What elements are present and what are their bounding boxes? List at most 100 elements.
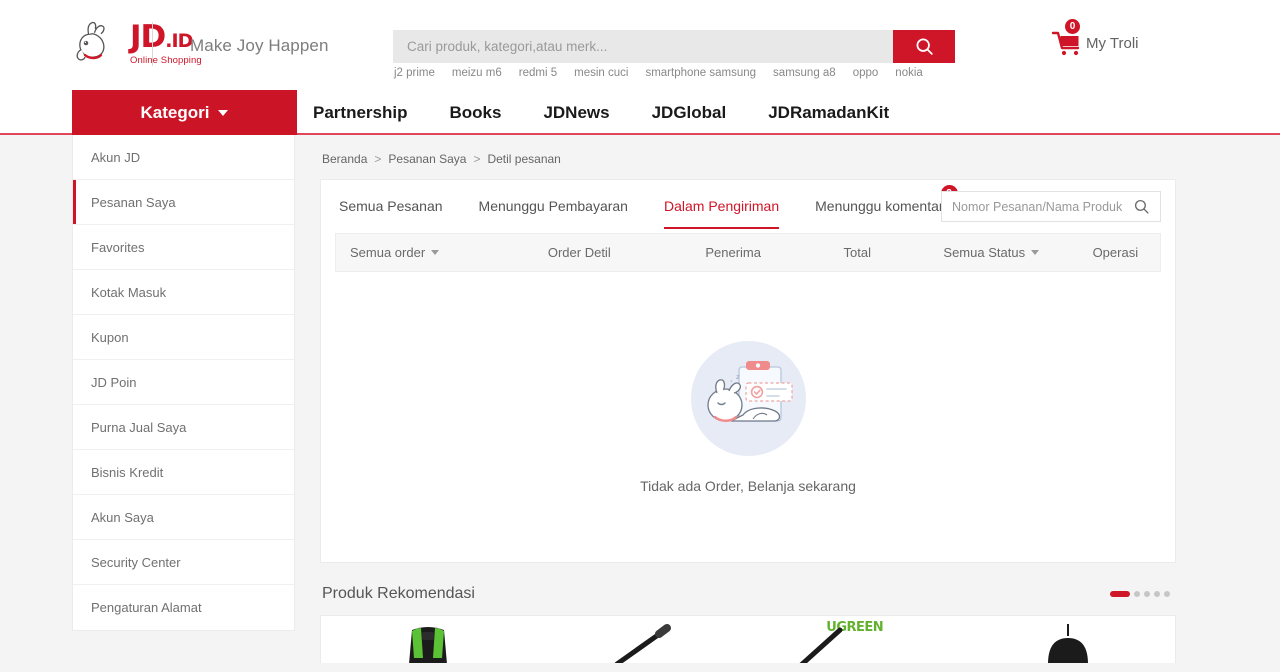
- recommendations-title: Produk Rekomendasi: [322, 585, 475, 602]
- chevron-down-icon: [1031, 250, 1040, 255]
- order-search-input[interactable]: [952, 199, 1133, 214]
- sidebar-item-bisnis-kredit[interactable]: Bisnis Kredit: [73, 450, 294, 495]
- hot-keyword[interactable]: oppo: [853, 67, 879, 79]
- nav-item-partnership[interactable]: Partnership: [313, 103, 407, 123]
- column-label: Penerima: [705, 245, 761, 260]
- breadcrumb-item-pesanan-saya[interactable]: Pesanan Saya: [388, 152, 466, 166]
- empty-state-message: Tidak ada Order, Belanja sekarang: [640, 477, 856, 494]
- hot-keyword[interactable]: nokia: [895, 67, 923, 79]
- nav-item-books[interactable]: Books: [449, 103, 501, 123]
- sleeping-dog-clipboard-illustration: z *: [690, 340, 806, 456]
- ugreen-cable-image: [799, 627, 843, 663]
- product-card-cable[interactable]: [535, 616, 749, 663]
- svg-text:z: z: [736, 373, 740, 381]
- search-input[interactable]: [393, 30, 893, 63]
- product-card-gaming-chair[interactable]: [321, 616, 535, 663]
- computer-mouse-image: [1048, 624, 1089, 663]
- search-button[interactable]: [893, 30, 955, 63]
- sidebar-item-akun-saya[interactable]: Akun Saya: [73, 495, 294, 540]
- column-label: Semua order: [350, 245, 426, 260]
- sidebar-item-label: JD Poin: [91, 374, 137, 390]
- tab-semua-pesanan[interactable]: Semua Pesanan: [339, 198, 443, 216]
- orders-tabs: Semua Pesanan Menunggu Pembayaran Dalam …: [321, 180, 1175, 233]
- cart-button[interactable]: 0 My Troli: [1051, 18, 1139, 58]
- sidebar-item-label: Pengaturan Alamat: [91, 600, 202, 615]
- sidebar-item-favorites[interactable]: Favorites: [73, 225, 294, 270]
- pagination-dot-5[interactable]: [1164, 591, 1170, 597]
- hot-keyword[interactable]: mesin cuci: [574, 67, 628, 79]
- column-header-total: Total: [803, 245, 912, 260]
- sidebar-item-security-center[interactable]: Security Center: [73, 540, 294, 585]
- breadcrumb-separator: >: [374, 152, 382, 166]
- breadcrumb-item-detil-pesanan: Detil pesanan: [487, 152, 561, 166]
- column-header-select-all[interactable]: Semua order: [336, 245, 495, 260]
- jd-dog-mascot-icon: [76, 21, 105, 61]
- column-label: Order Detil: [547, 245, 611, 260]
- tab-menunggu-pembayaran[interactable]: Menunggu Pembayaran: [479, 198, 628, 216]
- tab-menunggu-komentar[interactable]: Menunggu komentar 2: [815, 184, 958, 216]
- tab-label: Menunggu Pembayaran: [478, 197, 628, 214]
- orders-panel: Semua Pesanan Menunggu Pembayaran Dalam …: [320, 179, 1176, 563]
- site-slogan: Make Joy Happen: [190, 36, 329, 55]
- global-search: [393, 30, 955, 63]
- sidebar-item-label: Kotak Masuk: [91, 284, 167, 300]
- hot-keyword[interactable]: redmi 5: [519, 67, 557, 79]
- sidebar-item-label: Security Center: [91, 554, 181, 570]
- recommendations-pagination: [1110, 591, 1170, 597]
- pagination-dot-1[interactable]: [1110, 591, 1130, 597]
- sidebar-item-jd-poin[interactable]: JD Poin: [73, 360, 294, 405]
- hot-keyword[interactable]: j2 prime: [394, 67, 435, 79]
- nav-item-jdnews[interactable]: JDNews: [543, 103, 609, 123]
- sidebar-item-akun-jd[interactable]: Akun JD: [73, 135, 294, 180]
- hot-keyword[interactable]: smartphone samsung: [645, 67, 756, 79]
- sidebar-item-label: Akun JD: [91, 149, 141, 165]
- tab-label: Semua Pesanan: [339, 197, 443, 214]
- sidebar-item-kotak-masuk[interactable]: Kotak Masuk: [73, 270, 294, 315]
- breadcrumb-item-beranda[interactable]: Beranda: [322, 152, 367, 166]
- page-body: Akun JD Pesanan Saya Favorites Kotak Mas…: [0, 135, 1280, 672]
- hot-keyword[interactable]: samsung a8: [773, 67, 836, 79]
- recommendations-header: Produk Rekomendasi: [320, 563, 1176, 615]
- cart-icon-wrapper: 0: [1051, 18, 1085, 58]
- hot-keyword[interactable]: meizu m6: [452, 67, 502, 79]
- sidebar-item-label: Bisnis Kredit: [91, 464, 164, 480]
- pagination-dot-3[interactable]: [1144, 591, 1150, 597]
- chevron-down-icon: [218, 109, 229, 116]
- logo-tagline: Online Shopping: [130, 55, 202, 66]
- sidebar-item-pengaturan-alamat[interactable]: Pengaturan Alamat: [73, 585, 294, 630]
- cable-image: [614, 624, 672, 663]
- kategori-dropdown-button[interactable]: Kategori: [72, 90, 297, 135]
- sidebar-item-label: Purna Jual Saya: [91, 419, 187, 435]
- cart-label: My Troli: [1086, 34, 1139, 52]
- svg-text:*: *: [730, 380, 733, 386]
- column-label: Operasi: [1092, 245, 1139, 260]
- sidebar-item-purna-jual-saya[interactable]: Purna Jual Saya: [73, 405, 294, 450]
- kategori-label: Kategori: [140, 102, 210, 122]
- tab-dalam-pengiriman[interactable]: Dalam Pengiriman: [663, 197, 780, 229]
- site-logo[interactable]: JD.ID Online Shopping: [72, 16, 202, 72]
- breadcrumb-separator: >: [473, 152, 481, 166]
- sidebar-item-label: Kupon: [91, 329, 129, 345]
- column-header-operation: Operasi: [1071, 245, 1160, 260]
- product-card-mouse[interactable]: [962, 616, 1176, 663]
- chevron-down-icon: [431, 250, 440, 255]
- sidebar-item-kupon[interactable]: Kupon: [73, 315, 294, 360]
- pagination-dot-4[interactable]: [1154, 591, 1160, 597]
- sidebar-item-pesanan-saya[interactable]: Pesanan Saya: [73, 180, 294, 225]
- column-header-status[interactable]: Semua Status: [912, 245, 1071, 260]
- site-header: JD.ID Online Shopping Make Joy Happen j2…: [0, 0, 1280, 90]
- pagination-dot-2[interactable]: [1134, 591, 1140, 597]
- sidebar-item-label: Akun Saya: [91, 509, 154, 525]
- sidebar-item-label: Pesanan Saya: [91, 194, 176, 210]
- tab-label: Dalam Pengiriman: [663, 197, 780, 214]
- orders-table-header: Semua order Order Detil Penerima Total S…: [335, 233, 1161, 272]
- breadcrumb: Beranda > Pesanan Saya > Detil pesanan: [320, 135, 1176, 179]
- nav-item-jdramadankit[interactable]: JDRamadanKit: [768, 103, 889, 123]
- product-card-ugreen-cable[interactable]: UGREEN: [748, 616, 962, 663]
- main-content: Beranda > Pesanan Saya > Detil pesanan S…: [320, 135, 1176, 663]
- search-icon: [916, 38, 933, 55]
- order-search-box: [941, 191, 1161, 222]
- nav-item-jdglobal[interactable]: JDGlobal: [652, 103, 727, 123]
- search-icon[interactable]: [1133, 198, 1150, 215]
- account-sidebar: Akun JD Pesanan Saya Favorites Kotak Mas…: [72, 135, 295, 631]
